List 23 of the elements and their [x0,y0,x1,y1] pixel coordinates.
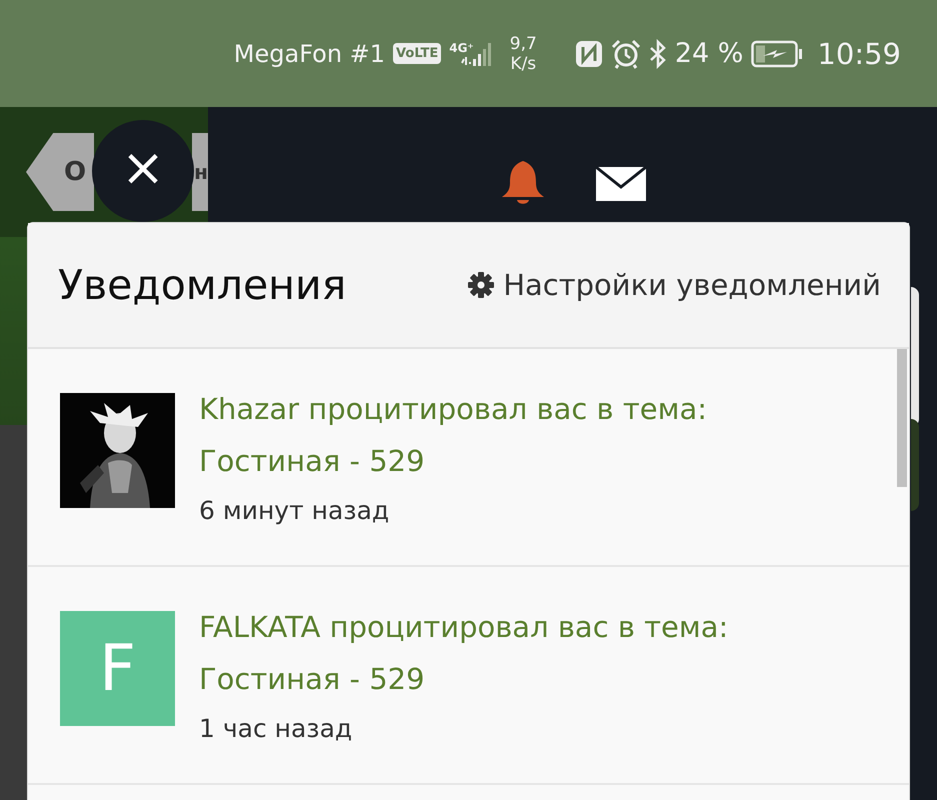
notification-settings-link[interactable]: Настройки уведомлений [467,268,881,302]
back-tag-edge[interactable]: н [192,133,208,211]
notification-time: 6 минут назад [199,495,390,527]
network-type: 4G⁺ [449,40,474,54]
panel-title: Уведомления [58,261,346,309]
battery-percent: 24 % [674,38,744,69]
notification-text[interactable]: Khazar процитировал вас в тема: Гостиная - 529 [199,383,819,487]
bluetooth-icon [648,38,667,68]
nfc-icon [574,40,603,68]
notification-time: 1 час назад [199,713,354,745]
letter-avatar: F [60,611,175,726]
volte-badge: VoLTE [393,43,442,64]
back-tag[interactable]: О [26,133,94,211]
settings-icon [467,271,496,299]
carrier-name: MegaFon #1 [234,40,386,68]
notification-item[interactable]: Khazar процитировал вас в тема: Гостиная - 529 6 минут назад [28,349,909,567]
alarm-icon [610,38,641,68]
battery-icon [751,40,804,68]
scrollbar[interactable] [897,349,907,487]
clock: 10:59 [817,36,901,70]
notification-item[interactable]: F FALKATA процитировал вас в тема: Гостиная - 529 1 час назад [28,567,909,785]
notification-text[interactable]: FALKATA процитировал вас в тема: Гостиная - 529 [199,601,819,705]
network-speed: 9,7 K/s [510,34,537,74]
